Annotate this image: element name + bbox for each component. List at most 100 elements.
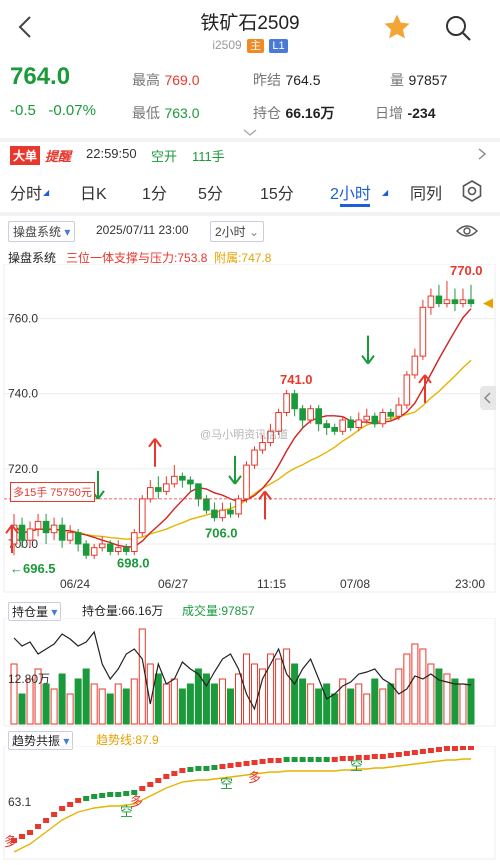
volume-bar <box>275 658 283 725</box>
low-value: 763.0 <box>164 105 200 121</box>
candle <box>339 419 347 432</box>
volume-bar <box>82 668 90 725</box>
candle <box>379 411 387 425</box>
volume-bar <box>178 688 186 725</box>
search-icon[interactable] <box>444 14 472 42</box>
volume-bar <box>90 683 98 725</box>
volume-bar <box>106 693 114 725</box>
candle <box>323 423 330 429</box>
candle <box>66 532 74 541</box>
trend-marker: 空 <box>220 776 233 791</box>
indicator-select[interactable]: 操盘系统 ▾ <box>8 221 76 242</box>
oi-label: 持仓 <box>253 105 281 121</box>
candle <box>211 509 218 519</box>
trend-block <box>395 752 402 757</box>
volume-bar <box>42 683 50 725</box>
y-tick-label: 740.0 <box>8 387 38 401</box>
active-tab-indicator <box>340 204 370 207</box>
alert-lots: 111手 <box>192 149 225 164</box>
trend-marker: 空 <box>350 758 363 773</box>
big-order-alert[interactable]: 大单 提醒 22:59:50 空开 111手 <box>0 142 500 166</box>
prev-value: 764.5 <box>285 72 321 88</box>
candle <box>307 408 314 421</box>
trend-block <box>195 766 202 771</box>
buy-arrow <box>148 438 162 467</box>
trend-block <box>467 746 474 750</box>
trend-block <box>299 757 306 762</box>
trend-block <box>123 791 130 796</box>
price-annotation: 706.0 <box>205 525 238 540</box>
period-select[interactable]: 2小时 ⌄ <box>210 221 265 242</box>
volume-bar <box>387 683 395 725</box>
trend-block <box>267 758 274 763</box>
price-change: -0.5 -0.07% <box>10 102 96 119</box>
trend-block <box>107 792 114 797</box>
trend-block <box>331 757 338 762</box>
volume-bar <box>18 693 26 725</box>
position-label: 多15手 75750元 <box>10 482 95 502</box>
candle <box>50 524 58 534</box>
trend-block <box>147 782 154 787</box>
current-price-marker <box>483 298 493 309</box>
tab-0[interactable]: 分时 <box>10 180 42 204</box>
alert-tag-2: 提醒 <box>45 149 72 164</box>
star-icon[interactable] <box>382 12 412 42</box>
dropdown-caret-icon: ▾ <box>64 225 71 239</box>
volume-bar <box>170 678 178 725</box>
trend-block <box>427 748 434 753</box>
expand-chevron-icon[interactable] <box>243 124 257 136</box>
tab-corner-icon: ◢ <box>382 188 389 197</box>
y-tick-label: 720.0 <box>8 462 38 476</box>
trend-line <box>13 758 471 853</box>
l1-badge: L1 <box>269 39 288 53</box>
tab-4[interactable]: 15分 <box>260 180 294 204</box>
volume-bar <box>331 693 339 725</box>
candle <box>235 498 242 515</box>
trend-block <box>43 818 50 823</box>
candle <box>443 299 451 305</box>
volume-bar <box>130 678 138 725</box>
candle <box>299 408 306 421</box>
prev-field: 昨结 764.5 <box>253 70 321 90</box>
collapse-icon[interactable] <box>480 386 496 410</box>
trend-block <box>99 793 106 798</box>
trend-block <box>51 812 58 817</box>
tab-3[interactable]: 5分 <box>198 180 223 204</box>
tab-corner-icon: ◢ <box>43 188 50 197</box>
volume-bar <box>315 688 323 725</box>
candle <box>227 509 234 515</box>
candle <box>98 543 106 549</box>
y-tick-label: 760.0 <box>8 312 38 326</box>
chevron-right-icon <box>478 147 487 165</box>
volume-bar <box>283 648 291 725</box>
volume-bar <box>50 688 58 725</box>
trend-block <box>403 751 410 756</box>
volume-bar <box>218 678 226 725</box>
trend-block <box>19 834 26 839</box>
oi-select-label: 持仓量 <box>12 605 49 619</box>
tab-2[interactable]: 1分 <box>142 180 167 204</box>
eye-icon[interactable] <box>456 223 478 239</box>
candle <box>138 498 146 534</box>
tab-5[interactable]: 2小时 <box>330 180 371 204</box>
candle <box>90 547 98 556</box>
change-pct: -0.07% <box>48 102 96 119</box>
legend-attach: 附属:747.8 <box>214 251 272 265</box>
candle <box>315 408 322 425</box>
oi-legend: 持仓量:66.16万 <box>82 604 164 618</box>
tab-1[interactable]: 日K <box>80 180 107 204</box>
candle <box>411 355 419 376</box>
candle <box>283 393 290 413</box>
volume-bar <box>307 683 315 725</box>
volume-bar <box>347 688 355 725</box>
volume-bar <box>259 668 267 725</box>
oi-field: 持仓 66.16万 <box>253 103 335 123</box>
trend-block <box>187 767 194 772</box>
settings-icon[interactable] <box>460 179 484 203</box>
dropdown-caret-icon: ⌄ <box>249 225 260 239</box>
volume-bar <box>122 688 130 725</box>
candle-datetime: 2025/07/11 23:00 <box>96 223 189 237</box>
tab-6[interactable]: 同列 <box>410 180 442 204</box>
trend-block <box>419 749 426 754</box>
volume-bar <box>98 688 106 725</box>
